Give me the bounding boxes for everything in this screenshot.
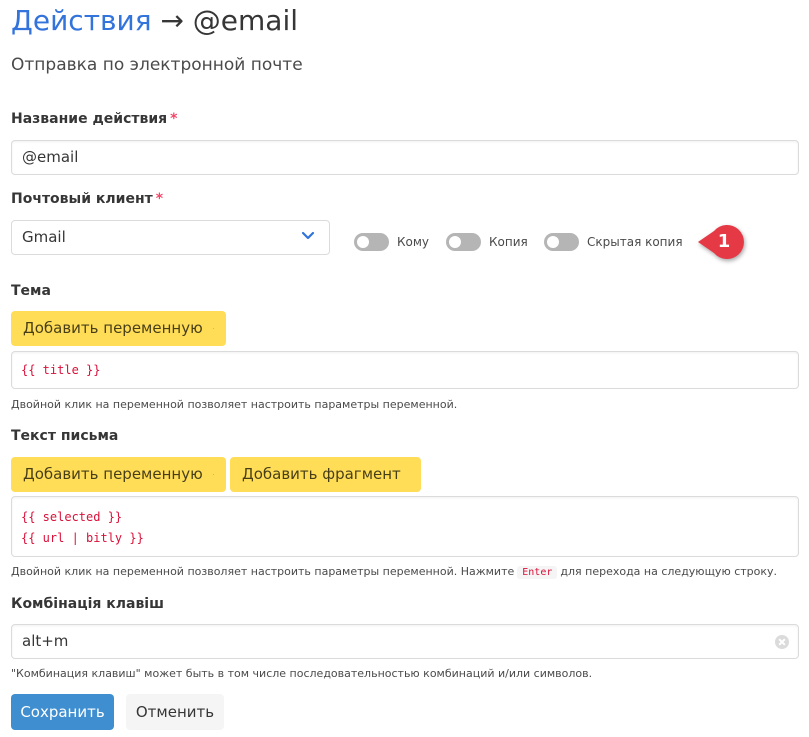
body-line: {{ selected }}: [21, 510, 123, 524]
mail-client-label-text: Почтовый клиент: [11, 191, 153, 207]
body-help-before: Двойной клик на переменной позволяет нас…: [11, 565, 515, 578]
body-add-fragment-button[interactable]: Добавить фрагмент: [230, 457, 421, 492]
action-name-label-text: Название действия: [11, 111, 168, 127]
breadcrumb-actions-link[interactable]: Действия: [11, 4, 152, 37]
mail-client-label: Почтовый клиент *: [11, 191, 163, 207]
required-mark: *: [155, 191, 164, 207]
toggle-bcc-label: Скрытая копия: [587, 235, 683, 249]
action-name-label: Название действия *: [11, 111, 177, 127]
caret-down-icon: [212, 328, 214, 329]
body-add-variable-button[interactable]: Добавить переменную: [11, 457, 226, 492]
toggle-switch[interactable]: [446, 233, 481, 251]
subject-line: {{ title }}: [21, 363, 101, 377]
action-name-input[interactable]: @email: [11, 140, 799, 175]
body-editor[interactable]: {{ selected }} {{ url | bitly }}: [11, 496, 799, 557]
page-title: Действия → @email: [11, 4, 298, 44]
subject-editor[interactable]: {{ title }}: [11, 351, 799, 389]
subject-label: Тема: [11, 283, 51, 299]
toggle-cc-label: Копия: [489, 235, 528, 249]
subject-add-variable-button[interactable]: Добавить переменную: [11, 311, 226, 346]
body-help-text: Двойной клик на переменной позволяет нас…: [11, 565, 778, 579]
callout-number: 1: [717, 231, 731, 252]
clear-icon[interactable]: [775, 635, 789, 649]
toggle-cc[interactable]: Копия: [446, 232, 528, 252]
subject-add-variable-label: Добавить переменную: [23, 319, 203, 337]
toggle-to-label: Кому: [397, 235, 430, 249]
shortcut-input[interactable]: alt+m: [11, 624, 799, 659]
required-mark: *: [170, 111, 178, 127]
shortcut-label: Комбінація клавіш: [11, 596, 164, 612]
mail-client-select[interactable]: Gmail: [11, 220, 330, 255]
subject-help-text: Двойной клик на переменной позволяет нас…: [11, 398, 458, 411]
body-help-after: для перехода на следующую строку.: [560, 565, 778, 578]
page-title-text: → @email: [151, 4, 299, 37]
body-add-variable-label: Добавить переменную: [23, 465, 203, 483]
body-line: {{ url | bitly }}: [21, 531, 144, 545]
save-button[interactable]: Сохранить: [11, 694, 114, 730]
toggle-bcc[interactable]: Скрытая копия: [544, 232, 683, 252]
caret-down-icon: [212, 474, 214, 475]
shortcut-value: alt+m: [22, 632, 69, 650]
page-subtitle: Отправка по электронной почте: [11, 55, 303, 75]
body-label: Текст письма: [11, 428, 119, 444]
toggle-switch[interactable]: [544, 233, 579, 251]
cancel-button[interactable]: Отменить: [126, 694, 224, 730]
enter-key-hint: Enter: [517, 566, 558, 579]
body-add-fragment-label: Добавить фрагмент: [242, 465, 401, 483]
chevron-down-icon: [301, 231, 315, 240]
mail-client-selected-value: Gmail: [22, 228, 66, 246]
toggle-switch[interactable]: [354, 233, 389, 251]
toggle-to[interactable]: Кому: [354, 232, 429, 252]
shortcut-help-text: "Комбинация клавиш" может быть в том чис…: [11, 667, 593, 680]
